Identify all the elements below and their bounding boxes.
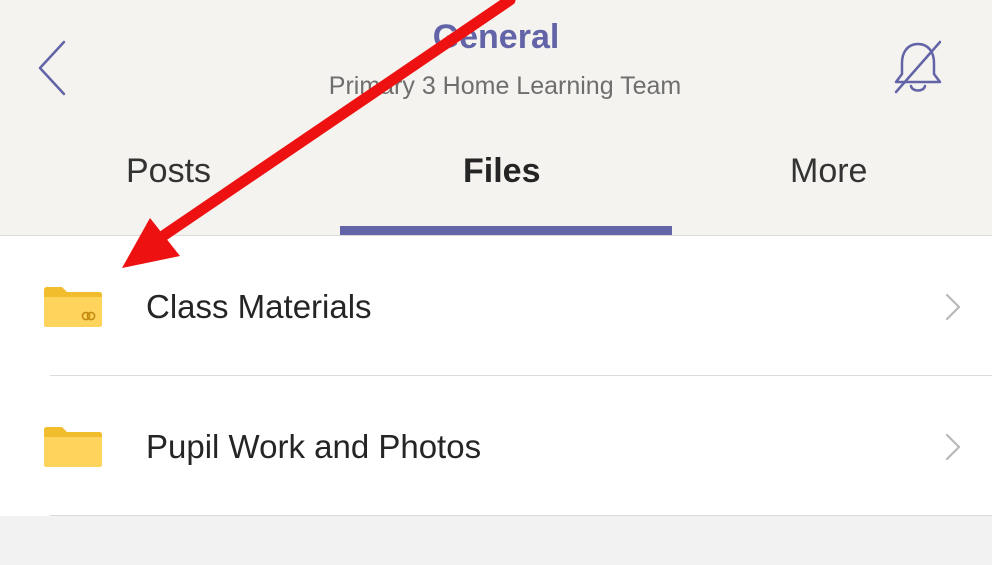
tab-more[interactable]: More (790, 152, 867, 191)
channel-header: General Primary 3 Home Learning Team Pos… (0, 0, 992, 236)
tab-files[interactable]: Files (463, 152, 540, 191)
list-item-class-materials[interactable]: Class Materials (0, 236, 992, 376)
folder-icon (44, 427, 102, 467)
chevron-right-icon (945, 433, 961, 461)
shared-folder-icon (44, 287, 102, 327)
selected-tab-indicator (340, 226, 672, 235)
empty-area (0, 516, 992, 565)
file-name: Class Materials (146, 288, 372, 325)
bell-off-icon (894, 40, 942, 94)
file-name: Pupil Work and Photos (146, 428, 482, 465)
tab-posts[interactable]: Posts (126, 152, 211, 191)
files-list: Class Materials Pupil Work and Photos (0, 236, 992, 516)
channel-title: General (432, 18, 560, 56)
notifications-button[interactable] (888, 36, 948, 98)
list-item-pupil-work[interactable]: Pupil Work and Photos (0, 376, 992, 516)
team-name: Primary 3 Home Learning Team (328, 72, 682, 100)
chevron-right-icon (945, 293, 961, 321)
